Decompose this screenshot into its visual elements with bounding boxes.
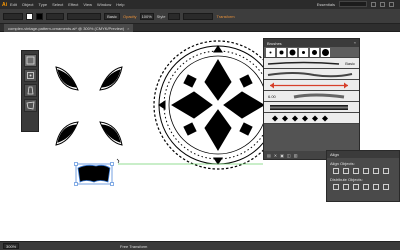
arrow-brush-stroke <box>270 82 348 89</box>
free-distort-button[interactable] <box>24 99 37 112</box>
menu-help[interactable]: Help <box>116 2 124 7</box>
brush-library-icon[interactable]: ▤ <box>267 153 271 158</box>
search-input[interactable] <box>339 1 367 7</box>
distribute-right-icon[interactable] <box>383 184 389 190</box>
brush-definition-label: Basic <box>107 13 117 19</box>
variable-width-profile[interactable] <box>67 12 101 20</box>
zoom-field[interactable]: 300% <box>3 243 20 249</box>
align-objects-buttons <box>327 168 399 174</box>
align-center-icon[interactable] <box>343 168 349 174</box>
close-window-button[interactable] <box>389 1 394 7</box>
basic-brush-stroke <box>267 61 340 65</box>
align-left-icon[interactable] <box>333 168 339 174</box>
zoom-value: 300% <box>6 243 17 249</box>
diamond-pattern-brush <box>272 115 328 122</box>
align-panel-header[interactable]: Align <box>327 151 399 158</box>
minimize-button[interactable] <box>371 1 376 7</box>
distribute-top-icon[interactable] <box>333 184 339 190</box>
brush-definition[interactable]: Basic <box>104 12 120 20</box>
perspective-distort-icon <box>27 86 34 95</box>
opacity-value: 100% <box>141 13 152 19</box>
art-brush-stroke <box>267 72 353 78</box>
remove-stroke-icon[interactable]: ✕ <box>274 153 277 158</box>
free-transform-tools-panel <box>21 50 39 132</box>
app-logo: Ai <box>2 1 7 8</box>
menu-object[interactable]: Object <box>22 2 34 7</box>
maximize-button[interactable] <box>380 1 385 7</box>
opacity-field[interactable]: 100% <box>139 12 154 20</box>
graphic-style-picker[interactable] <box>168 12 181 20</box>
collapse-icon[interactable]: « <box>354 40 356 45</box>
distribute-center-icon[interactable] <box>343 184 349 190</box>
selection-indicator <box>3 12 23 20</box>
pattern-brush-stroke <box>270 105 348 110</box>
bristle-brush-stroke <box>293 93 345 99</box>
opacity-label[interactable]: Opacity <box>123 14 137 19</box>
brush-row-calligraphic[interactable] <box>264 47 359 58</box>
menu-view[interactable]: View <box>83 2 92 7</box>
align-middle-icon[interactable] <box>373 168 379 174</box>
workspace-switcher[interactable]: Essentials <box>317 2 335 7</box>
align-controls[interactable] <box>183 12 214 20</box>
control-bar: Basic Opacity 100% Style Transform <box>0 9 400 24</box>
close-tab-icon[interactable]: × <box>127 26 129 31</box>
options-icon[interactable]: ▣ <box>280 153 284 158</box>
distribute-objects-buttons <box>327 184 399 190</box>
constrain-button[interactable] <box>24 54 37 67</box>
document-tab-bar: complex-vintage-pattern-ornaments.ai* @ … <box>0 24 400 32</box>
transform-label[interactable]: Transform <box>216 14 234 19</box>
align-top-icon[interactable] <box>363 168 369 174</box>
brush-row-art[interactable] <box>264 69 359 80</box>
menu-type[interactable]: Type <box>38 2 47 7</box>
align-right-icon[interactable] <box>353 168 359 174</box>
distribute-objects-label: Distribute Objects: <box>330 177 363 182</box>
chain-link-icon <box>26 56 35 65</box>
free-transform-button[interactable] <box>24 69 37 82</box>
menu-bar: Ai Edit Object Type Select Effect View W… <box>0 0 400 9</box>
free-transform-icon <box>27 72 34 79</box>
brush-row-pattern-dark[interactable] <box>264 102 359 113</box>
menu-effect[interactable]: Effect <box>68 2 78 7</box>
current-tool-label: Free Transform <box>120 243 148 249</box>
document-title: complex-vintage-pattern-ornaments.ai* @ … <box>8 25 125 31</box>
new-brush-icon[interactable]: ◫ <box>287 153 291 158</box>
distribute-hcenter-icon[interactable] <box>373 184 379 190</box>
delete-brush-icon[interactable]: ▥ <box>294 153 298 158</box>
stroke-weight-field[interactable] <box>46 12 64 20</box>
style-label: Style <box>156 13 166 19</box>
menu-select[interactable]: Select <box>52 2 63 7</box>
selected-object[interactable] <box>74 158 120 186</box>
brush-size-label: 6.00 <box>268 94 276 99</box>
basic-brush-label: Basic <box>345 61 355 66</box>
align-panel-title: Align <box>330 152 339 157</box>
align-objects-label: Align Objects: <box>330 161 355 166</box>
brushes-panel-title: Brushes <box>267 40 282 46</box>
menu-edit[interactable]: Edit <box>10 2 17 7</box>
brush-row-size[interactable]: 6.00 <box>264 91 359 102</box>
menu-window[interactable]: Window <box>97 2 111 7</box>
brushes-panel: Brushes « Basic 6.00 ▤ ✕ ▣ ◫ ▥ <box>263 38 360 160</box>
four-petal-ornament[interactable] <box>55 66 123 146</box>
align-bottom-icon[interactable] <box>383 168 389 174</box>
align-panel: Align Align Objects: Distribute Objects: <box>326 150 400 202</box>
brush-row-basic[interactable]: Basic <box>264 58 359 69</box>
distribute-left-icon[interactable] <box>363 184 369 190</box>
free-distort-icon <box>26 101 35 110</box>
distribute-bottom-icon[interactable] <box>353 184 359 190</box>
brush-row-diamonds[interactable] <box>264 113 359 124</box>
brush-row-pattern-red[interactable] <box>264 80 359 91</box>
fill-swatch[interactable] <box>26 12 33 20</box>
calligraphic-brush-icons <box>266 48 330 57</box>
document-tab[interactable]: complex-vintage-pattern-ornaments.ai* @ … <box>4 24 134 32</box>
brushes-panel-header[interactable]: Brushes « <box>264 39 359 47</box>
stroke-swatch[interactable] <box>36 12 43 20</box>
status-bar: 300% Free Transform <box>0 241 400 250</box>
perspective-distort-button[interactable] <box>24 84 37 97</box>
